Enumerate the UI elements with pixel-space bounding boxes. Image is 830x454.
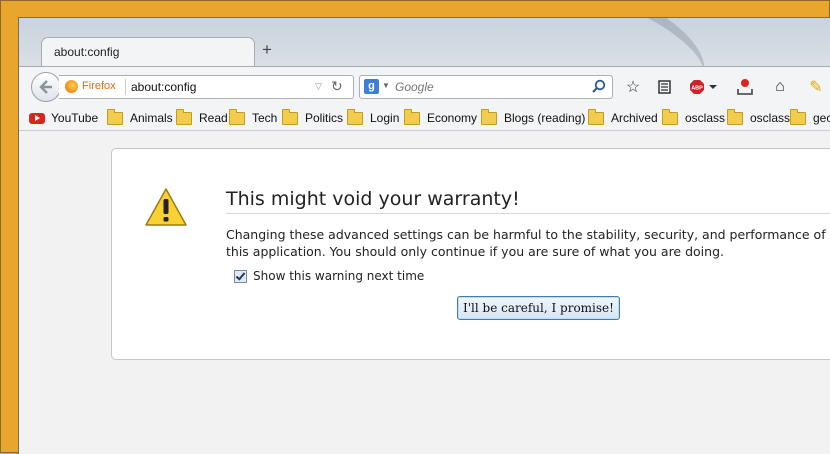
bookmark-label: Blogs (reading) [504, 111, 586, 125]
folder-icon [404, 108, 420, 125]
title-bar: about:config + [19, 18, 830, 113]
new-tab-button[interactable]: + [262, 40, 272, 60]
bookmark-label: Archived [611, 111, 658, 125]
reload-icon[interactable]: ↻ [331, 78, 343, 95]
bookmark-gec[interactable]: gec [790, 108, 830, 126]
folder-icon [662, 108, 678, 125]
bookmark-politics[interactable]: Politics [282, 108, 344, 126]
warning-message: Changing these advanced settings can be … [226, 227, 826, 259]
bookmark-osclass-2[interactable]: osclass [727, 108, 791, 126]
google-icon[interactable]: g [364, 79, 379, 94]
warning-icon [145, 188, 187, 226]
bookmark-label: YouTube [51, 111, 99, 125]
search-input[interactable]: Google [395, 80, 434, 94]
folder-icon [790, 108, 806, 125]
folder-icon [107, 108, 123, 125]
back-button[interactable] [31, 72, 61, 102]
folder-icon [176, 108, 192, 125]
bookmark-label: Read [199, 111, 228, 125]
folder-icon [588, 108, 604, 125]
tab-about-config[interactable]: about:config [41, 37, 255, 68]
folder-icon [481, 108, 497, 125]
bookmark-label: gec [813, 111, 830, 125]
url-input[interactable]: about:config [131, 80, 196, 94]
search-bar[interactable]: g ▼ Google [359, 75, 613, 99]
checkbox-label: Show this warning next time [253, 269, 425, 283]
bookmark-blogs-reading[interactable]: Blogs (reading) [481, 108, 586, 126]
bookmark-label: Animals [130, 111, 173, 125]
home-icon[interactable]: ⌂ [769, 76, 791, 98]
search-icon[interactable] [591, 79, 606, 94]
url-separator [125, 79, 126, 95]
bookmark-youtube[interactable]: YouTube [29, 110, 98, 126]
title-divider [226, 213, 830, 214]
back-arrow-icon [39, 80, 52, 94]
bookmark-animals[interactable]: Animals [107, 108, 173, 126]
folder-icon [727, 108, 743, 125]
bookmarks-menu-icon[interactable] [653, 76, 675, 98]
engine-dropdown-icon[interactable]: ▼ [382, 81, 390, 90]
svg-text:ABP: ABP [691, 86, 703, 92]
ill-be-careful-button[interactable]: I'll be careful, I promise! [457, 296, 620, 320]
bookmark-label: Tech [252, 111, 278, 125]
firefox-icon [65, 80, 78, 93]
bookmark-label: Economy [427, 111, 478, 125]
history-dropdown-icon[interactable]: ▽ [315, 81, 322, 92]
url-bar[interactable]: Firefox about:config ▽ ↻ [59, 75, 354, 99]
bookmark-label: Login [370, 111, 400, 125]
show-warning-checkbox[interactable] [234, 269, 247, 283]
bookmark-label: osclass [685, 111, 726, 125]
warning-title: This might void your warranty! [226, 188, 520, 210]
bookmark-economy[interactable]: Economy [404, 108, 478, 126]
youtube-icon [29, 112, 45, 124]
bookmark-login[interactable]: Login [347, 108, 400, 126]
adblock-icon[interactable]: ABP [687, 76, 721, 98]
bookmark-star-icon[interactable]: ☆ [622, 76, 644, 98]
folder-icon [282, 108, 298, 125]
bookmark-archived[interactable]: Archived [588, 108, 658, 126]
folder-icon [229, 108, 245, 125]
bookmarks-toolbar: YouTube Animals Read Tech Politics Login… [19, 106, 830, 131]
bookmark-label: osclass [750, 111, 791, 125]
bookmark-read[interactable]: Read [176, 108, 228, 126]
identity-label[interactable]: Firefox [82, 80, 116, 92]
download-tray-icon[interactable] [734, 76, 756, 98]
bookmark-label: Politics [305, 111, 344, 125]
show-warning-checkbox-row[interactable]: Show this warning next time [234, 269, 424, 283]
pencil-icon[interactable]: ✎ [805, 76, 827, 98]
navigation-toolbar: Firefox about:config ▽ ↻ g ▼ Google ☆ AB… [19, 66, 830, 107]
folder-icon [347, 108, 363, 125]
browser-window: about:config + Firefox about:config ▽ ↻ … [18, 17, 830, 454]
bookmark-osclass[interactable]: osclass [662, 108, 726, 126]
bookmark-tech[interactable]: Tech [229, 108, 278, 126]
tab-label: about:config [54, 45, 120, 59]
warning-panel: This might void your warranty! Changing … [111, 148, 830, 360]
